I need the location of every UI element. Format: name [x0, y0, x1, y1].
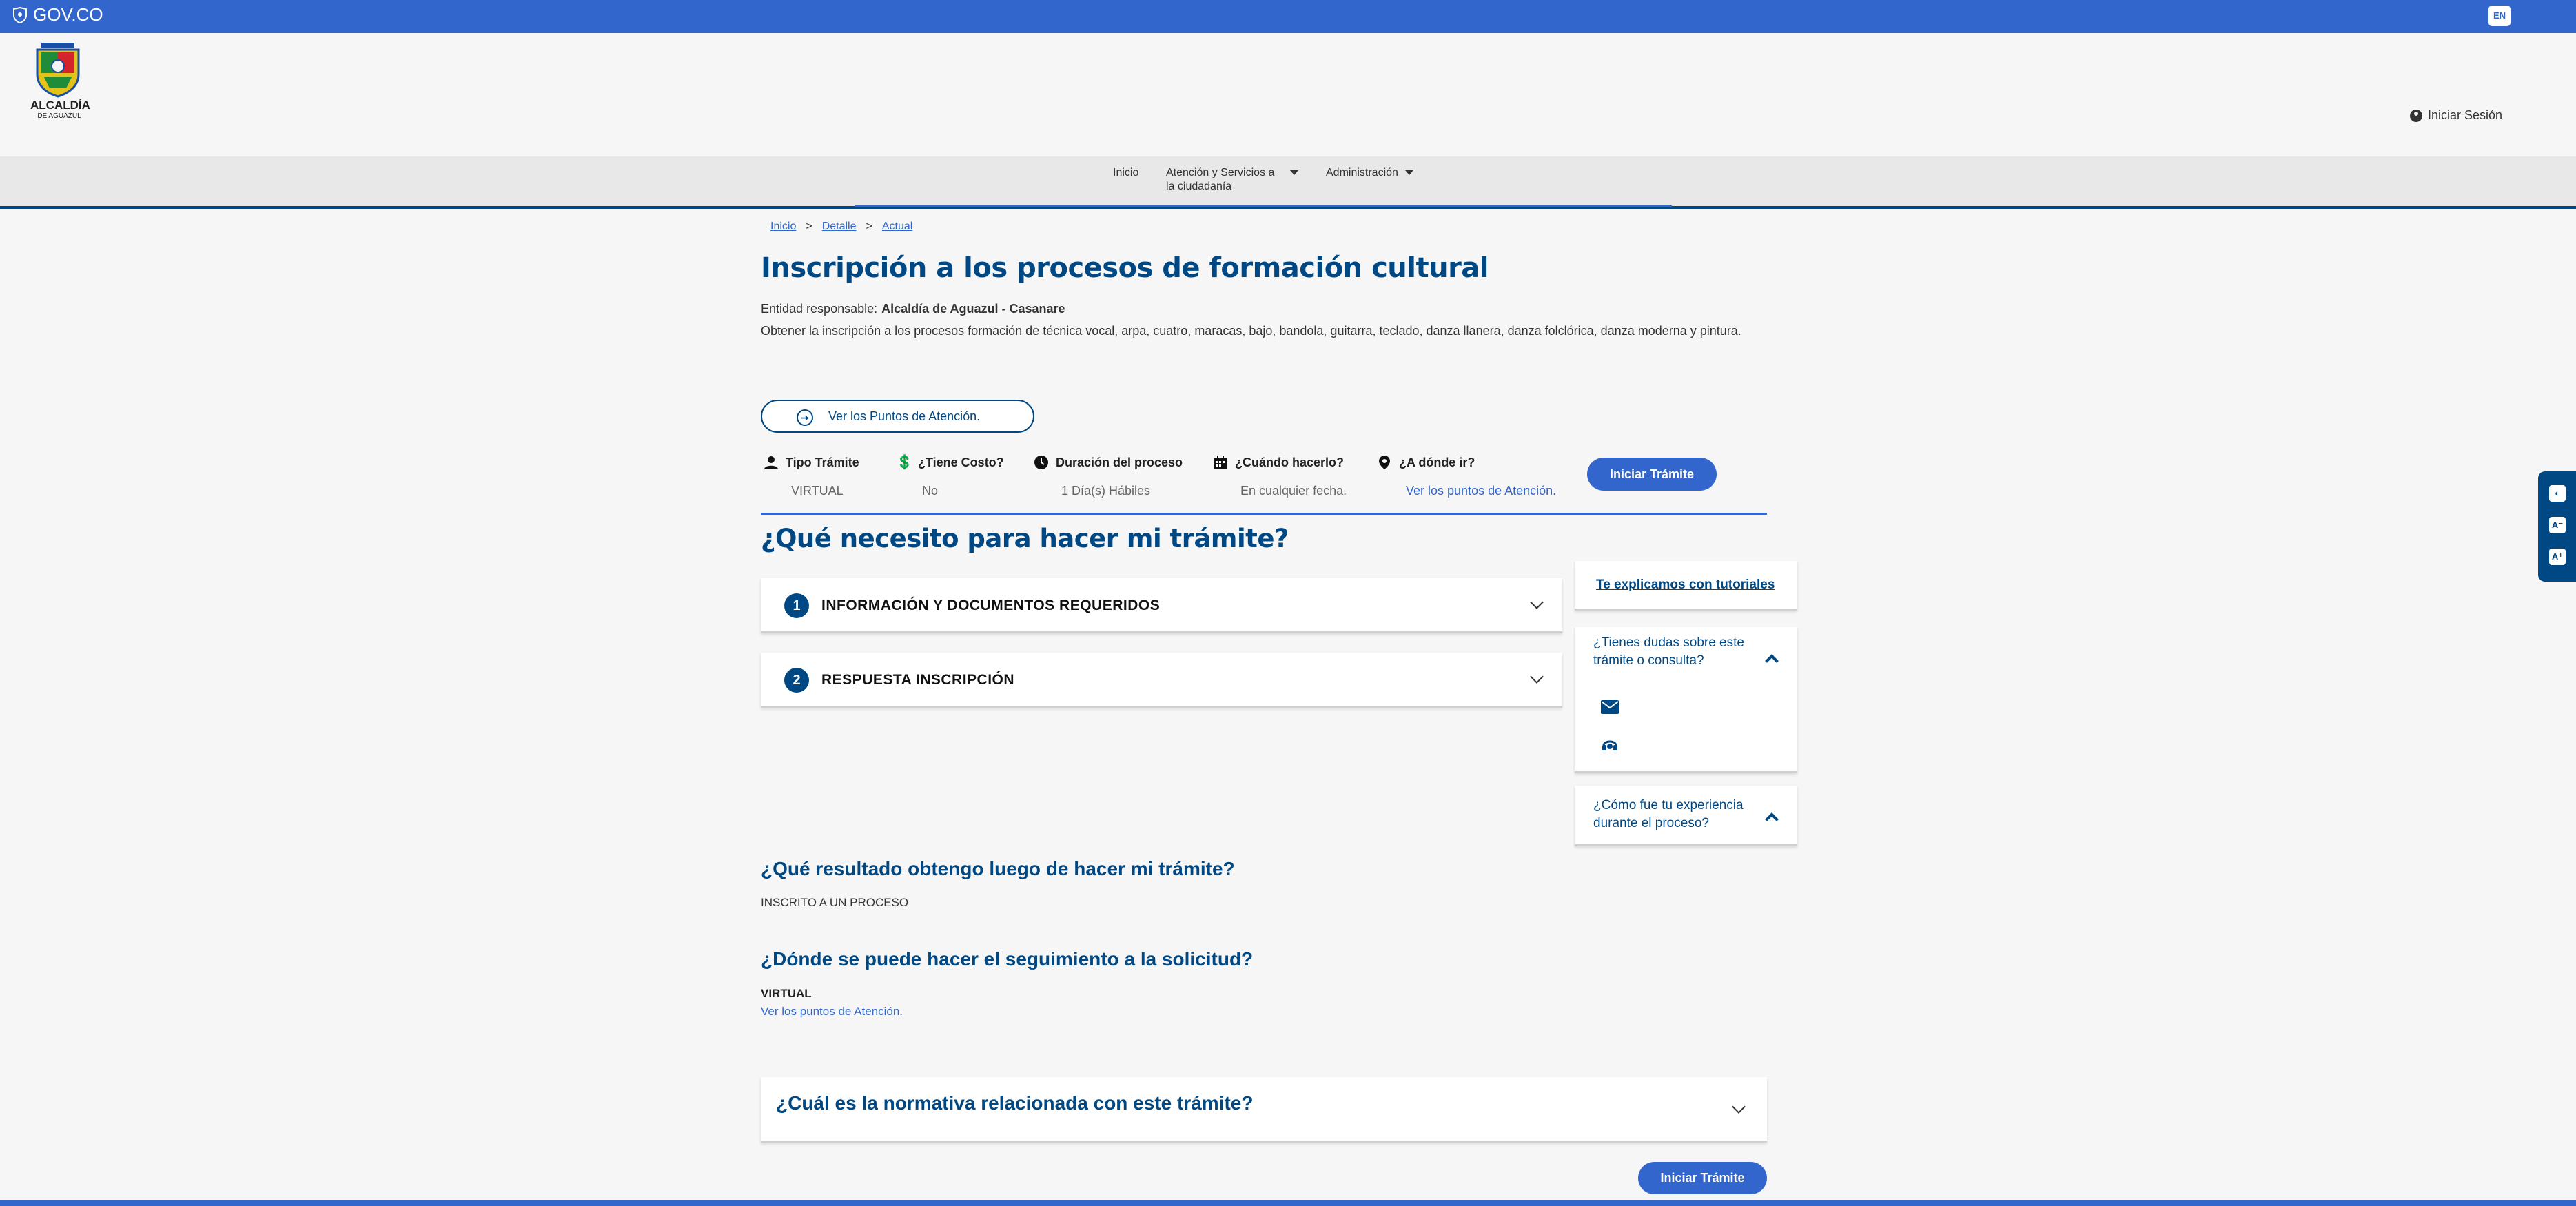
cost-icon: 💲: [896, 455, 913, 470]
headset-icon[interactable]: [1601, 735, 1619, 753]
tracking-title: ¿Dónde se puede hacer el seguimiento a l…: [761, 948, 1254, 970]
login-label: Iniciar Sesión: [2428, 108, 2503, 122]
breadcrumb-detalle[interactable]: Detalle: [822, 221, 857, 233]
breadcrumb-separator: >: [866, 221, 872, 232]
info-donde: ¿A dónde ir? Ver los puntos de Atención.: [1377, 455, 1556, 498]
duracion-label: Duración del proceso: [1056, 455, 1183, 469]
increase-font-icon[interactable]: A⁺: [2549, 549, 2566, 565]
info-divider: [761, 513, 1767, 515]
doubts-title-line2: trámite o consulta?: [1593, 653, 1704, 668]
coat-of-arms-icon: [36, 43, 80, 98]
user-circle-icon: [2410, 109, 2422, 122]
cuando-label: ¿Cuándo hacerlo?: [1235, 455, 1345, 469]
tracking-value: VIRTUAL: [761, 987, 812, 1000]
footer-bar: [0, 1200, 2576, 1206]
start-procedure-button[interactable]: Iniciar Trámite: [1587, 458, 1717, 491]
nav-item-atencion-label: Atención y Servicios a: [1166, 167, 1275, 178]
bottom-start-procedure-button[interactable]: Iniciar Trámite: [1638, 1162, 1767, 1194]
contrast-icon[interactable]: ◐: [2549, 485, 2566, 502]
tiene-costo-value: No: [922, 484, 939, 498]
nav-item-atencion-label2: la ciudadanía: [1166, 181, 1232, 192]
accordion-step-1[interactable]: 1 INFORMACIÓN Y DOCUMENTOS REQUERIDOS: [761, 578, 1562, 633]
chevron-down-icon: [1732, 1100, 1746, 1114]
experience-title-line1: ¿Cómo fue tu experiencia: [1593, 798, 1744, 812]
experience-card[interactable]: ¿Cómo fue tu experiencia durante el proc…: [1575, 786, 1797, 846]
govco-logo[interactable]: GOV.CO: [12, 4, 103, 25]
breadcrumb-separator: >: [806, 221, 812, 232]
doubts-title-line1: ¿Tienes dudas sobre este: [1593, 635, 1744, 650]
breadcrumb-actual[interactable]: Actual: [882, 221, 912, 233]
envelope-icon[interactable]: [1601, 700, 1619, 714]
donde-label: ¿A dónde ir?: [1399, 455, 1475, 469]
procedure-description: Obtener la inscripción a los procesos fo…: [761, 324, 1741, 338]
chevron-down-icon: [1289, 170, 1298, 176]
normativa-accordion[interactable]: ¿Cuál es la normativa relacionada con es…: [761, 1077, 1767, 1143]
alcaldia-subname: DE AGUAZUL: [37, 112, 81, 120]
calendar-icon: [1214, 456, 1227, 469]
result-value: INSCRITO A UN PROCESO: [761, 896, 909, 909]
breadcrumb: Inicio > Detalle > Actual: [770, 221, 912, 233]
tipo-tramite-label: Tipo Trámite: [786, 455, 859, 469]
doubts-title[interactable]: ¿Tienes dudas sobre este trámite o consu…: [1593, 634, 1744, 670]
entity-value: Alcaldía de Aguazul - Casanare: [881, 302, 1065, 316]
chevron-up-icon[interactable]: [1765, 812, 1779, 826]
accordion-step-2[interactable]: 2 RESPUESTA INSCRIPCIÓN: [761, 653, 1562, 708]
step-number-badge: 2: [784, 668, 809, 693]
decrease-font-icon[interactable]: A⁻: [2549, 517, 2566, 533]
donde-link[interactable]: Ver los puntos de Atención.: [1406, 484, 1556, 498]
chevron-down-icon: [1530, 595, 1544, 609]
requirements-title: ¿Qué necesito para hacer mi trámite?: [761, 524, 1289, 553]
chevron-down-icon: [1530, 670, 1544, 684]
cuando-value: En cualquier fecha.: [1240, 484, 1347, 498]
info-duracion: Duración del proceso 1 Día(s) Hábiles: [1034, 455, 1183, 498]
alcaldia-name: ALCALDÍA: [30, 99, 90, 112]
duracion-value: 1 Día(s) Hábiles: [1061, 484, 1151, 498]
step-number-badge: 1: [784, 593, 809, 618]
main-navigation: Inicio Atención y Servicios a la ciudada…: [0, 156, 2576, 209]
view-attention-points-label: Ver los Puntos de Atención.: [828, 409, 981, 423]
person-icon: [764, 456, 778, 469]
site-header: [0, 33, 2576, 157]
view-attention-points-button[interactable]: ➔ Ver los Puntos de Atención.: [761, 400, 1034, 433]
nav-item-inicio[interactable]: Inicio: [1113, 166, 1138, 180]
nav-item-administracion-label: Administración: [1326, 167, 1398, 178]
accessibility-toolbar: ◐ A⁻ A⁺: [2538, 471, 2576, 582]
alcaldia-logo[interactable]: ALCALDÍA DE AGUAZUL: [30, 43, 90, 123]
govco-brand-text: GOV.CO: [33, 4, 103, 25]
info-cuando: ¿Cuándo hacerlo? En cualquier fecha.: [1213, 455, 1347, 498]
login-link[interactable]: Iniciar Sesión: [2410, 108, 2502, 123]
entity-label: Entidad responsable:: [761, 302, 878, 316]
chevron-up-icon[interactable]: [1765, 654, 1779, 668]
step-1-label: INFORMACIÓN Y DOCUMENTOS REQUERIDOS: [821, 597, 1161, 613]
info-tiene-costo: 💲 ¿Tiene Costo? No: [896, 455, 1004, 498]
tutorials-link[interactable]: Te explicamos con tutoriales: [1596, 576, 1775, 594]
tutorials-card[interactable]: Te explicamos con tutoriales: [1575, 561, 1797, 611]
nav-item-administracion[interactable]: Administración: [1326, 166, 1414, 180]
page-title: Inscripción a los procesos de formación …: [761, 252, 1489, 284]
experience-title-line2: durante el proceso?: [1593, 816, 1709, 830]
govco-shield-icon: [13, 6, 27, 23]
experience-title: ¿Cómo fue tu experiencia durante el proc…: [1593, 797, 1744, 832]
arrow-right-circle-icon: ➔: [797, 409, 813, 426]
language-toggle-button[interactable]: EN: [2488, 6, 2511, 26]
breadcrumb-inicio[interactable]: Inicio: [770, 221, 796, 233]
tracking-link[interactable]: Ver los puntos de Atención.: [761, 1005, 903, 1019]
gov-top-bar: GOV.CO EN: [0, 0, 2576, 33]
step-2-label: RESPUESTA INSCRIPCIÓN: [821, 672, 1015, 688]
chevron-down-icon: [1405, 170, 1414, 176]
tipo-tramite-value: VIRTUAL: [791, 484, 844, 498]
clock-icon: [1034, 456, 1048, 469]
responsible-entity: Entidad responsable: Alcaldía de Aguazul …: [761, 302, 1065, 316]
tiene-costo-label: ¿Tiene Costo?: [918, 455, 1004, 469]
nav-item-inicio-label: Inicio: [1113, 167, 1139, 178]
location-icon: [1379, 456, 1390, 469]
doubts-card: ¿Tienes dudas sobre este trámite o consu…: [1575, 627, 1797, 773]
result-title: ¿Qué resultado obtengo luego de hacer mi…: [761, 858, 1235, 879]
info-tipo-tramite: Tipo Trámite VIRTUAL: [764, 455, 859, 498]
nav-active-underline: [855, 205, 1672, 207]
nav-item-atencion[interactable]: Atención y Servicios a la ciudadanía: [1166, 166, 1298, 194]
normativa-title: ¿Cuál es la normativa relacionada con es…: [776, 1092, 1254, 1114]
